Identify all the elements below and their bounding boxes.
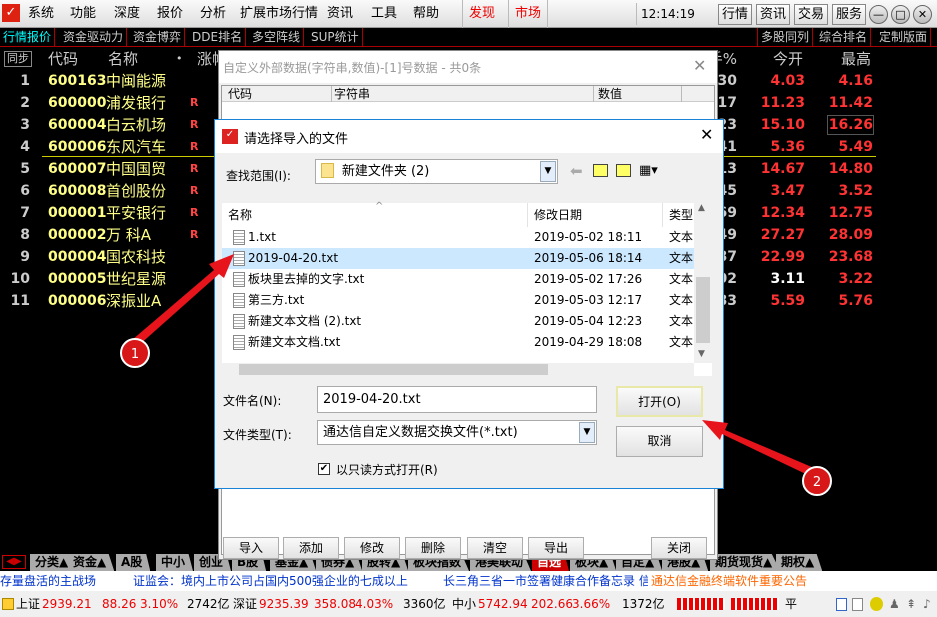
- arrow-2: [702, 420, 814, 476]
- marker-1-label: 1: [131, 347, 139, 362]
- marker-2-label: 2: [813, 475, 821, 490]
- arrow-1: [132, 254, 234, 346]
- annotation-layer: 1 2: [120, 254, 832, 496]
